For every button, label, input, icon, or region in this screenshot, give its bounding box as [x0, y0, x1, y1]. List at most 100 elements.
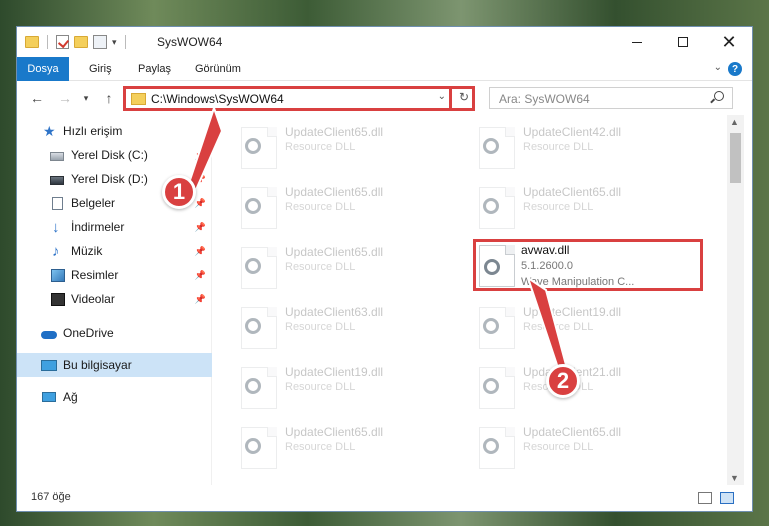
search-icon[interactable] — [714, 91, 724, 101]
back-button[interactable]: ← — [27, 88, 47, 108]
folder-icon — [131, 93, 146, 105]
file-tile[interactable]: UpdateClient65.dll Resource DLL — [475, 181, 705, 233]
sidebar-item-downloads[interactable]: ↓ İndirmeler 📌 — [17, 215, 212, 239]
search-box[interactable]: Ara: SysWOW64 — [489, 87, 733, 109]
file-name: UpdateClient42.dll — [523, 125, 622, 139]
file-tile[interactable]: UpdateClient19.dll Resource DLL — [237, 361, 467, 413]
up-button[interactable]: ↑ — [99, 88, 119, 108]
customize-dropdown-icon[interactable]: ▾ — [112, 37, 117, 48]
sidebar-item-this-pc[interactable]: Bu bilgisayar — [17, 353, 212, 377]
close-button[interactable]: ✕ — [706, 27, 752, 57]
sidebar-item-label: İndirmeler — [71, 220, 125, 234]
recent-locations-button[interactable]: ▾ — [79, 88, 93, 108]
properties-check-icon[interactable] — [56, 35, 69, 49]
tiles-view-icon[interactable] — [720, 492, 734, 504]
help-icon[interactable]: ? — [728, 62, 742, 76]
vertical-scrollbar[interactable]: ▲ ▼ — [727, 115, 744, 485]
file-type: Resource DLL — [285, 321, 356, 333]
gear-icon — [245, 138, 261, 154]
file-type: Resource DLL — [285, 261, 356, 273]
pin-icon[interactable]: 📌 — [195, 150, 206, 161]
video-icon — [51, 292, 65, 306]
file-list: UpdateClient65.dll Resource DLL UpdateCl… — [213, 115, 727, 485]
file-description: Wave Manipulation C... — [521, 276, 635, 288]
sidebar-item-label: Yerel Disk (C:) — [71, 148, 148, 162]
file-name: UpdateClient65.dll — [285, 185, 384, 199]
forward-button[interactable]: → — [55, 88, 75, 108]
pin-icon[interactable]: 📌 — [195, 246, 206, 257]
sidebar-item-label: Ağ — [63, 390, 78, 404]
sidebar-item-quick-access[interactable]: ★ Hızlı erişim — [17, 119, 212, 143]
sidebar-item-onedrive[interactable]: OneDrive — [17, 321, 212, 345]
pin-icon[interactable]: 📌 — [195, 294, 206, 305]
file-name: UpdateClient19.dll — [285, 365, 384, 379]
gear-icon — [483, 198, 499, 214]
pin-icon[interactable]: 📌 — [195, 222, 206, 233]
file-tile[interactable]: UpdateClient65.dll Resource DLL — [237, 421, 467, 473]
file-tile[interactable]: UpdateClient65.dll Resource DLL — [237, 181, 467, 233]
sidebar-item-label: Belgeler — [71, 196, 116, 210]
navigation-bar: ← → ▾ ↑ C:\Windows\SysWOW64 ⌄ ↻ Ara: Sys… — [17, 82, 752, 114]
toolbar-divider — [47, 35, 48, 49]
gear-icon — [483, 438, 499, 454]
address-path[interactable]: C:\Windows\SysWOW64 — [151, 92, 284, 106]
sidebar-item-label: Müzik — [71, 244, 103, 258]
tab-view[interactable]: Görünüm — [195, 57, 241, 81]
close-icon: ✕ — [721, 31, 737, 52]
gear-icon — [483, 378, 499, 394]
new-folder-icon[interactable] — [74, 36, 88, 48]
file-tile[interactable]: UpdateClient19.dll Resource DLL — [475, 301, 705, 353]
minimize-button[interactable] — [614, 27, 660, 57]
expand-ribbon-icon[interactable]: ⌄ — [714, 62, 722, 73]
music-icon: ♪ — [52, 242, 60, 260]
navigation-pane: ★ Hızlı erişim Yerel Disk (C:) 📌 Yerel D… — [17, 115, 212, 485]
pin-icon[interactable]: 📌 — [195, 270, 206, 281]
pin-icon[interactable]: 📌 — [195, 174, 206, 185]
file-name: UpdateClient65.dll — [523, 185, 622, 199]
address-dropdown-icon[interactable]: ⌄ — [438, 91, 446, 102]
file-type: Resource DLL — [285, 381, 356, 393]
scroll-down-icon[interactable]: ▼ — [730, 473, 739, 483]
search-input[interactable]: Ara: SysWOW64 — [499, 92, 590, 106]
refresh-icon[interactable]: ↻ — [459, 90, 469, 104]
scroll-up-icon[interactable]: ▲ — [730, 117, 739, 127]
file-name: UpdateClient63.dll — [285, 305, 384, 319]
sidebar-item-videos[interactable]: Videolar 📌 — [17, 287, 212, 311]
cloud-icon — [41, 330, 57, 339]
sidebar-item-pictures[interactable]: Resimler 📌 — [17, 263, 212, 287]
file-name: UpdateClient65.dll — [285, 125, 384, 139]
scroll-thumb[interactable] — [730, 133, 741, 183]
customize-icon[interactable] — [93, 35, 107, 49]
sidebar-item-music[interactable]: ♪ Müzik 📌 — [17, 239, 212, 263]
file-tile[interactable]: UpdateClient65.dll Resource DLL — [237, 241, 467, 293]
file-tile[interactable]: UpdateClient63.dll Resource DLL — [237, 301, 467, 353]
tab-share[interactable]: Paylaş — [138, 57, 171, 81]
file-tile-avwav[interactable]: avwav.dll 5.1.2600.0 Wave Manipulation C… — [473, 239, 703, 291]
file-tile[interactable]: UpdateClient65.dll Resource DLL — [237, 121, 467, 173]
tab-home[interactable]: Giriş — [89, 57, 112, 81]
file-tile[interactable]: UpdateClient21.dll Resource DLL — [475, 361, 705, 413]
gear-icon — [245, 198, 261, 214]
file-name: UpdateClient65.dll — [285, 425, 384, 439]
gear-icon — [484, 259, 500, 275]
address-bar[interactable]: C:\Windows\SysWOW64 ⌄ ↻ — [123, 86, 475, 111]
maximize-button[interactable] — [660, 27, 706, 57]
tab-file[interactable]: Dosya — [17, 57, 69, 81]
network-icon — [42, 392, 56, 402]
drive-icon — [50, 175, 64, 185]
details-view-icon[interactable] — [698, 492, 712, 504]
sidebar-item-local-disk-c[interactable]: Yerel Disk (C:) 📌 — [17, 143, 212, 167]
file-tile[interactable]: UpdateClient42.dll Resource DLL — [475, 121, 705, 173]
sidebar-item-label: Videolar — [71, 292, 115, 306]
gear-icon — [245, 318, 261, 334]
sidebar-item-label: Hızlı erişim — [63, 124, 123, 138]
ribbon-tabs: Dosya Giriş Paylaş Görünüm ⌄ ? — [17, 57, 752, 81]
pin-icon[interactable]: 📌 — [195, 198, 206, 209]
file-tile[interactable]: UpdateClient65.dll Resource DLL — [475, 421, 705, 473]
file-name: UpdateClient19.dll — [523, 305, 622, 319]
pictures-icon — [51, 268, 65, 282]
file-explorer-window: ▾ SysWOW64 ✕ Dosya Giriş Paylaş Görünüm … — [16, 26, 753, 512]
sidebar-item-label: Yerel Disk (D:) — [71, 172, 148, 186]
file-name: UpdateClient65.dll — [523, 425, 622, 439]
sidebar-item-network[interactable]: Ağ — [17, 385, 212, 409]
